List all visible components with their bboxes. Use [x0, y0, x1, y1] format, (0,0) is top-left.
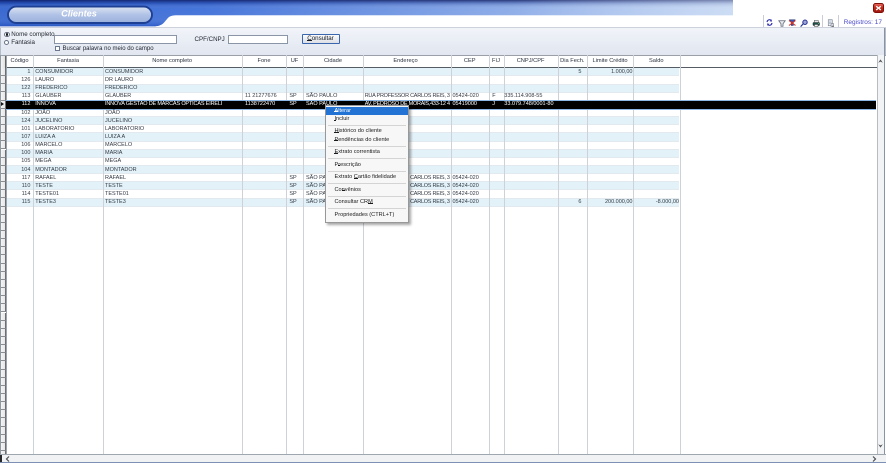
svg-text:Clientes: Clientes [61, 9, 97, 19]
